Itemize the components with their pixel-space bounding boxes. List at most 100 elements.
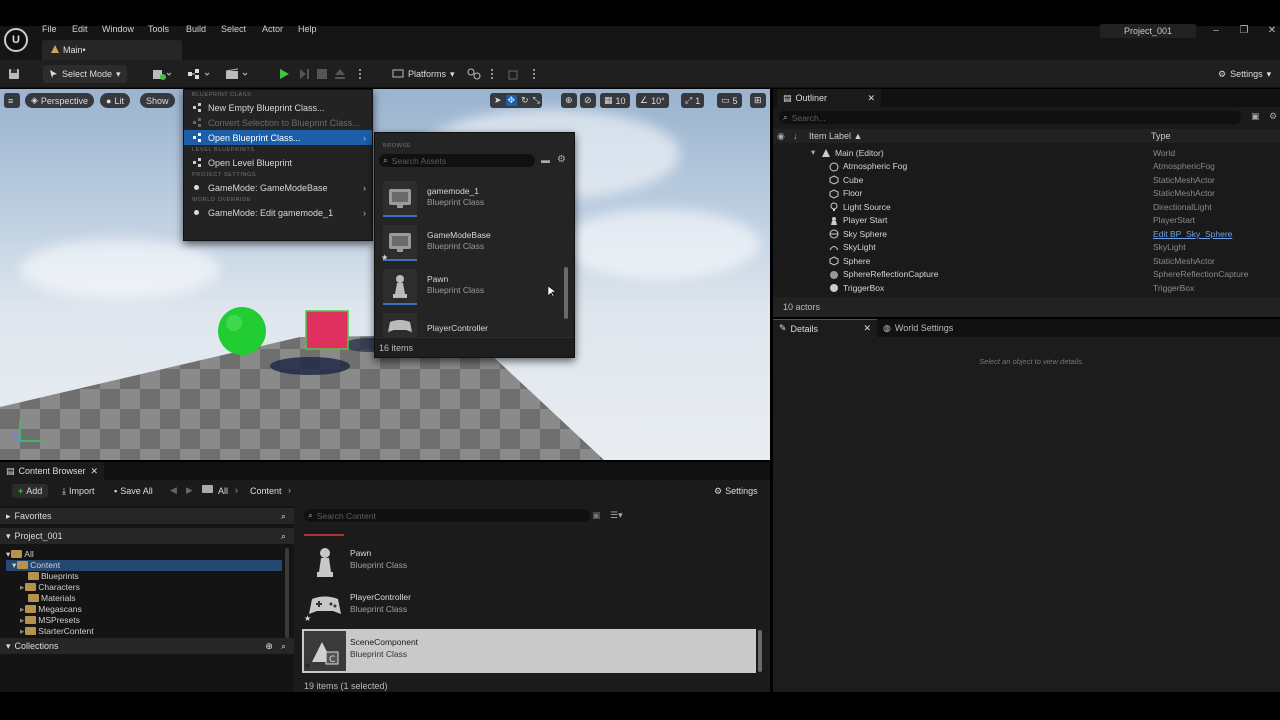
transform-tools[interactable]: ➤ ✥ ↻ ⤡ <box>490 93 542 108</box>
tree-item-content[interactable]: ▾ Content <box>6 560 282 571</box>
cb-settings-button[interactable]: ⚙ Settings <box>714 484 758 498</box>
tree-item-all[interactable]: ▾ All <box>6 549 34 560</box>
add-collection-icon[interactable]: ⊕ <box>265 641 273 652</box>
select-tool-icon[interactable]: ➤ <box>494 95 502 106</box>
back-icon[interactable]: ◀ <box>170 485 177 496</box>
collections-header[interactable]: ▾ Collections ⊕ ⌕ <box>0 638 294 654</box>
search-icon[interactable]: ⌕ <box>281 511 286 522</box>
outliner-row[interactable]: Player Start PlayerStart <box>773 214 1280 227</box>
tab-outliner[interactable]: ▤ Outliner ✕ <box>777 89 881 107</box>
content-search-input[interactable]: ⌕ Search Content <box>304 509 590 522</box>
outliner-row[interactable]: Cube StaticMeshActor <box>773 173 1280 186</box>
tree-item-megascans[interactable]: ▸ Megascans <box>20 604 82 615</box>
outliner-row[interactable]: Sphere StaticMeshActor <box>773 254 1280 267</box>
tree-item-characters[interactable]: ▸ Characters <box>20 582 80 593</box>
close-icon[interactable]: ✕ <box>863 323 871 334</box>
column-type[interactable]: Type <box>1151 131 1171 141</box>
save-icon[interactable] <box>6 66 22 82</box>
show-button[interactable]: Show <box>140 93 175 108</box>
outliner-row[interactable]: ▾ Main (Editor) World <box>773 146 1280 159</box>
more-options-icon[interactable] <box>484 66 500 82</box>
lit-button[interactable]: ● Lit <box>100 93 130 108</box>
asset-tile-scenecomponent[interactable]: C ★ SceneComponent Blueprint Class <box>302 629 756 673</box>
settings-dropdown[interactable]: ⚙ Settings ▾ <box>1212 65 1277 83</box>
save-search-icon[interactable]: ▣ <box>592 510 601 521</box>
open-level-blueprint-item[interactable]: Open Level Blueprint <box>184 155 372 170</box>
menu-select[interactable]: Select <box>221 24 246 36</box>
minimize-icon[interactable]: – <box>1206 24 1226 38</box>
outliner-row[interactable]: TriggerBox TriggerBox <box>773 281 1280 294</box>
perspective-button[interactable]: ◈ Perspective <box>25 93 94 108</box>
scrollbar[interactable] <box>758 630 762 672</box>
asset-search-input[interactable]: ⌕ Search Assets <box>379 154 535 167</box>
level-tab-main[interactable]: Main• <box>42 40 182 60</box>
project-launcher-icon[interactable] <box>466 66 482 82</box>
tab-world-settings[interactable]: ◍ World Settings <box>883 319 953 337</box>
gear-icon[interactable]: ⚙ <box>557 154 566 165</box>
pin-icon[interactable]: ↓ <box>793 131 798 141</box>
skip-forward-icon[interactable] <box>296 66 312 82</box>
rotate-tool-icon[interactable]: ↻ <box>521 95 529 106</box>
import-button[interactable]: ⤓ Import <box>62 484 95 498</box>
outliner-row[interactable]: Floor StaticMeshActor <box>773 187 1280 200</box>
more-options-icon[interactable] <box>526 66 542 82</box>
camera-speed-button[interactable]: ▭ 5 <box>717 93 742 108</box>
grid-snap-button[interactable]: ▦ 10 <box>600 93 630 108</box>
add-actor-icon[interactable] <box>150 66 174 82</box>
menu-window[interactable]: Window <box>102 24 134 36</box>
column-item-label[interactable]: Item Label ▲ <box>809 131 862 141</box>
project-header[interactable]: ▾ Project_001 ⌕ <box>0 528 294 544</box>
list-item[interactable]: PlayerController <box>379 311 565 337</box>
asset-tile-pawn[interactable]: Pawn Blueprint Class <box>302 540 756 584</box>
scrollbar[interactable] <box>285 548 289 638</box>
outliner-row[interactable]: Sky Sphere Edit BP_Sky_Sphere <box>773 227 1280 240</box>
menu-file[interactable]: File <box>42 24 57 36</box>
close-window-icon[interactable]: ✕ <box>1262 24 1280 38</box>
gamemode-base-item[interactable]: GameMode: GameModeBase › <box>184 180 372 195</box>
viewport-menu-icon[interactable]: ≡ <box>4 93 20 108</box>
move-tool-icon[interactable]: ✥ <box>505 95 518 106</box>
platforms-dropdown[interactable]: Platforms ▾ <box>386 65 461 83</box>
more-options-icon[interactable] <box>352 66 368 82</box>
convert-selection-item[interactable]: Convert Selection to Blueprint Class... <box>184 115 372 130</box>
breadcrumb-content[interactable]: Content <box>250 486 282 496</box>
maximize-viewport-icon[interactable]: ⊞ <box>750 93 766 108</box>
blueprint-menu-icon[interactable] <box>186 66 212 82</box>
search-icon[interactable]: ⌕ <box>281 641 286 652</box>
outliner-row[interactable]: SphereReflectionCapture SphereReflection… <box>773 268 1280 281</box>
gear-icon[interactable]: ⚙ <box>1269 111 1277 122</box>
open-blueprint-class-item[interactable]: Open Blueprint Class... › <box>184 130 372 145</box>
tab-details[interactable]: ✎ Details ✕ <box>773 319 877 337</box>
menu-edit[interactable]: Edit <box>72 24 88 36</box>
scale-snap-button[interactable]: ⤢ 1 <box>681 93 705 108</box>
menu-tools[interactable]: Tools <box>148 24 169 36</box>
menu-help[interactable]: Help <box>298 24 317 36</box>
outliner-row[interactable]: Atmospheric Fog AtmosphericFog <box>773 160 1280 173</box>
play-icon[interactable] <box>276 66 292 82</box>
tree-item-mspresets[interactable]: ▸ MSPresets <box>20 615 80 626</box>
outliner-row[interactable]: Light Source DirectionalLight <box>773 200 1280 213</box>
restore-icon[interactable]: ❐ <box>1234 24 1254 38</box>
save-all-button[interactable]: ▪ Save All <box>114 484 153 498</box>
tab-content-browser[interactable]: ▤ Content Browser ✕ <box>0 462 104 480</box>
stop-icon[interactable] <box>314 66 330 82</box>
folder-icon[interactable]: ▬ <box>541 155 550 165</box>
new-empty-blueprint-item[interactable]: New Empty Blueprint Class... <box>184 100 372 115</box>
scale-tool-icon[interactable]: ⤡ <box>533 95 540 106</box>
list-item[interactable]: gamemode_1 Blueprint Class <box>379 179 565 223</box>
add-filter-icon[interactable]: ▣ <box>1251 111 1260 122</box>
edit-blueprint-link[interactable]: Edit BP_Sky_Sphere <box>1153 229 1232 239</box>
search-icon[interactable]: ⌕ <box>281 531 286 542</box>
close-icon[interactable]: ✕ <box>90 466 98 477</box>
breadcrumb-all[interactable]: All <box>218 486 228 496</box>
source-control-icon[interactable] <box>506 66 522 82</box>
menu-build[interactable]: Build <box>186 24 206 36</box>
gamemode-edit-item[interactable]: GameMode: Edit gamemode_1 › <box>184 205 372 220</box>
tree-item-blueprints[interactable]: Blueprints <box>28 571 79 582</box>
scrollbar[interactable] <box>564 267 568 319</box>
asset-tile-playercontroller[interactable]: ★ PlayerController Blueprint Class <box>302 584 756 628</box>
close-icon[interactable]: ✕ <box>867 93 875 104</box>
forward-icon[interactable]: ▶ <box>186 485 193 496</box>
chevron-down-icon[interactable]: ▾ <box>811 147 815 158</box>
rotation-snap-button[interactable]: ∠ 10° <box>636 93 669 108</box>
